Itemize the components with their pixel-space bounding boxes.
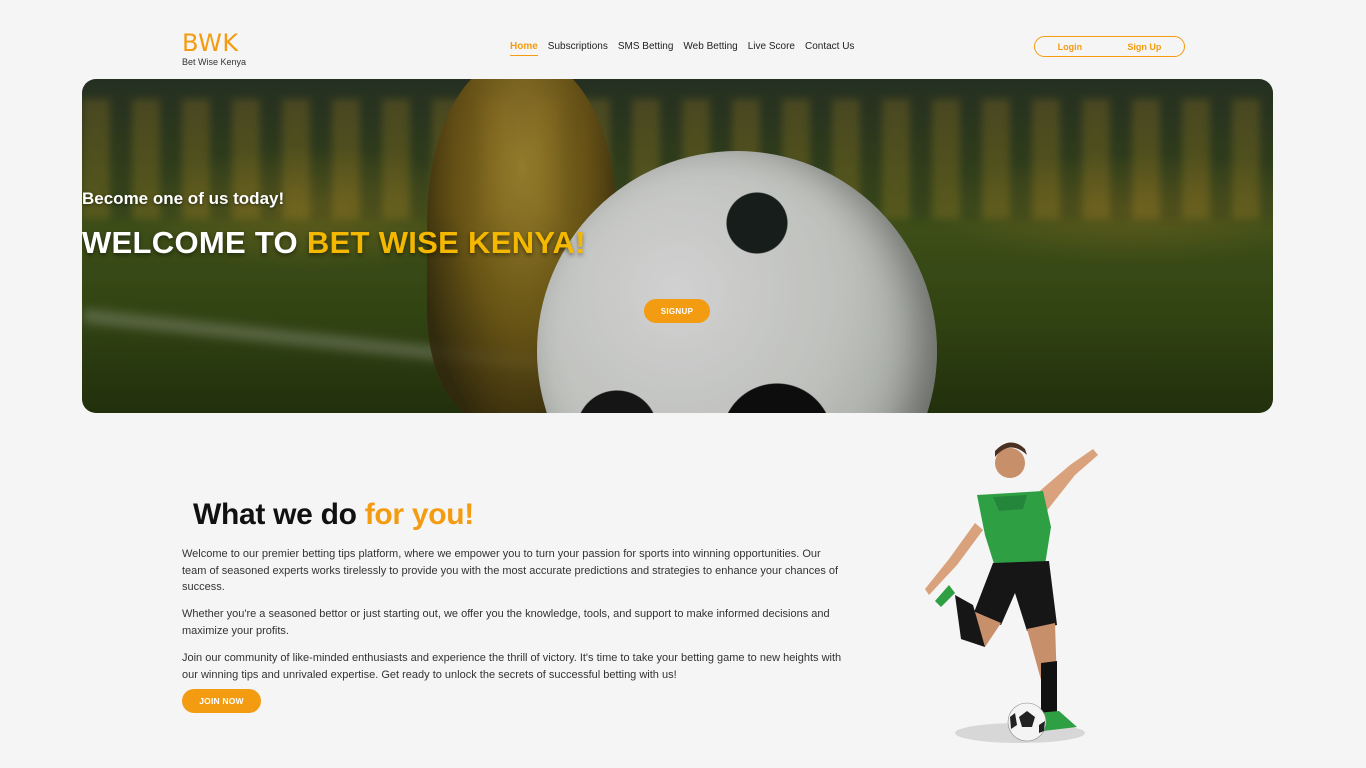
login-button[interactable]: Login [1058,42,1083,52]
auth-pill: Login Sign Up [1034,36,1185,57]
nav-subscriptions[interactable]: Subscriptions [548,41,608,56]
signup-link-button[interactable]: Sign Up [1127,42,1161,52]
nav-sms-betting[interactable]: SMS Betting [618,41,674,56]
hero-banner: Become one of us today! WELCOME TO BET W… [82,79,1273,413]
section-title: What we do for you! [193,498,474,532]
community-paragraph: Join our community of like-minded enthus… [182,652,842,681]
nav-home[interactable]: Home [510,41,538,56]
logo-subtitle: Bet Wise Kenya [182,57,247,67]
hero-signup-button[interactable]: SIGNUP [644,299,710,323]
football-player-image [925,442,1098,743]
section-title-highlight: for you! [364,498,475,531]
main-nav: Home Subscriptions SMS Betting Web Betti… [510,41,854,56]
hero-title-highlight: BET WISE KENYA! [306,225,586,260]
hero-title-white: WELCOME TO [82,225,307,260]
nav-live-score[interactable]: Live Score [748,41,795,56]
hero-title: WELCOME TO BET WISE KENYA! [82,225,1273,261]
nav-contact-us[interactable]: Contact Us [805,41,854,56]
support-paragraph: Whether you're a seasoned bettor or just… [182,608,830,637]
section-title-main: What we do [193,498,365,531]
hero-tagline: Become one of us today! [82,189,285,208]
site-header: BWK Bet Wise Kenya Home Subscriptions SM… [0,0,1366,78]
nav-web-betting[interactable]: Web Betting [683,41,737,56]
intro-paragraph: Welcome to our premier betting tips plat… [182,548,839,593]
join-now-button[interactable]: JOIN NOW [182,689,261,713]
logo-mark: BWK [182,29,239,57]
logo[interactable]: BWK Bet Wise Kenya [182,30,246,67]
